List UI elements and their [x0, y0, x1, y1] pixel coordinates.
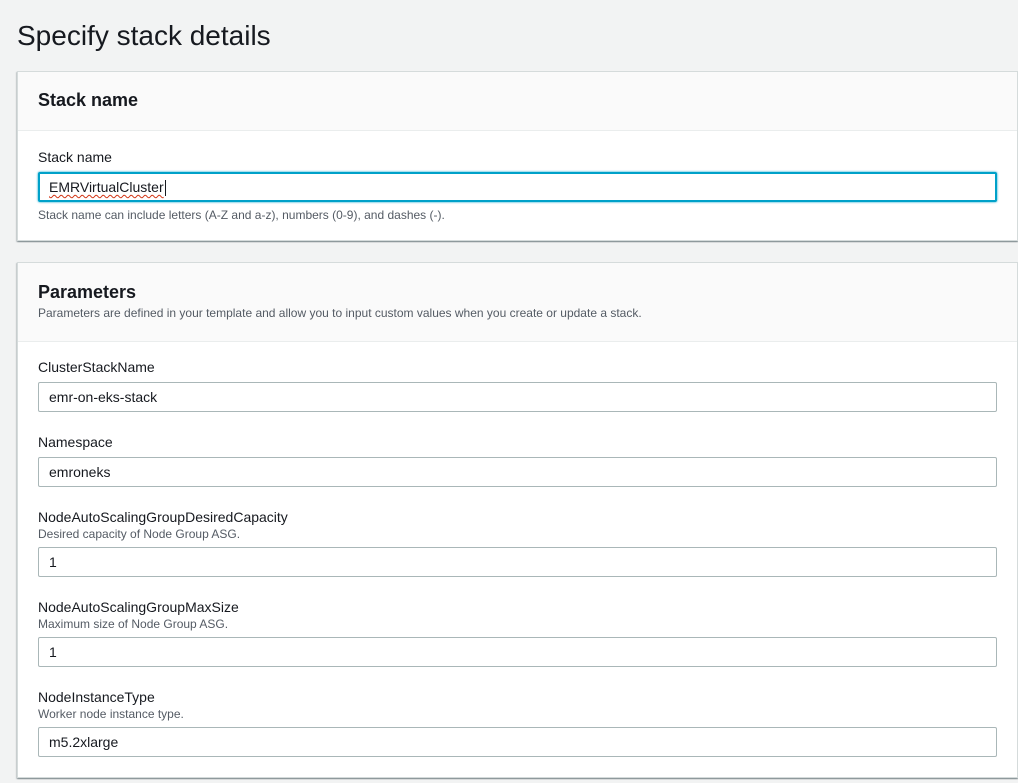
stack-name-input-value: EMRVirtualCluster	[49, 179, 164, 195]
text-caret	[164, 180, 166, 197]
param-description: Worker node instance type.	[38, 707, 184, 721]
parameters-panel-header: Parameters Parameters are defined in you…	[18, 263, 1017, 342]
param-namespace: Namespace	[38, 433, 997, 487]
stack-name-field: Stack name EMRVirtualCluster Stack name …	[38, 148, 997, 223]
param-label: NodeAutoScalingGroupDesiredCapacity	[38, 509, 288, 525]
parameters-panel: Parameters Parameters are defined in you…	[17, 262, 1018, 778]
stack-name-panel-header: Stack name	[18, 72, 1017, 131]
stack-name-hint: Stack name can include letters (A-Z and …	[38, 208, 445, 222]
stack-name-panel: Stack name Stack name EMRVirtualCluster …	[17, 71, 1018, 241]
max-size-input[interactable]	[38, 637, 997, 667]
param-node-asg-max-size: NodeAutoScalingGroupMaxSize Maximum size…	[38, 598, 997, 667]
desired-capacity-input[interactable]	[38, 547, 997, 577]
stack-name-label: Stack name	[38, 149, 112, 165]
param-cluster-stack-name: ClusterStackName	[38, 358, 997, 412]
param-node-instance-type: NodeInstanceType Worker node instance ty…	[38, 688, 997, 757]
param-label: NodeAutoScalingGroupMaxSize	[38, 599, 239, 615]
page-title: Specify stack details	[17, 20, 271, 51]
cluster-stack-name-input[interactable]	[38, 382, 997, 412]
instance-type-input[interactable]	[38, 727, 997, 757]
stack-name-panel-title: Stack name	[38, 90, 139, 110]
param-description: Desired capacity of Node Group ASG.	[38, 527, 241, 541]
stack-name-input[interactable]: EMRVirtualCluster	[38, 172, 997, 202]
param-label: NodeInstanceType	[38, 689, 155, 705]
parameters-panel-title: Parameters	[38, 282, 137, 302]
namespace-input[interactable]	[38, 457, 997, 487]
param-description: Maximum size of Node Group ASG.	[38, 617, 229, 631]
param-label: ClusterStackName	[38, 359, 155, 375]
param-node-asg-desired-capacity: NodeAutoScalingGroupDesiredCapacity Desi…	[38, 508, 997, 577]
parameters-panel-description: Parameters are defined in your template …	[38, 306, 642, 320]
param-label: Namespace	[38, 434, 113, 450]
